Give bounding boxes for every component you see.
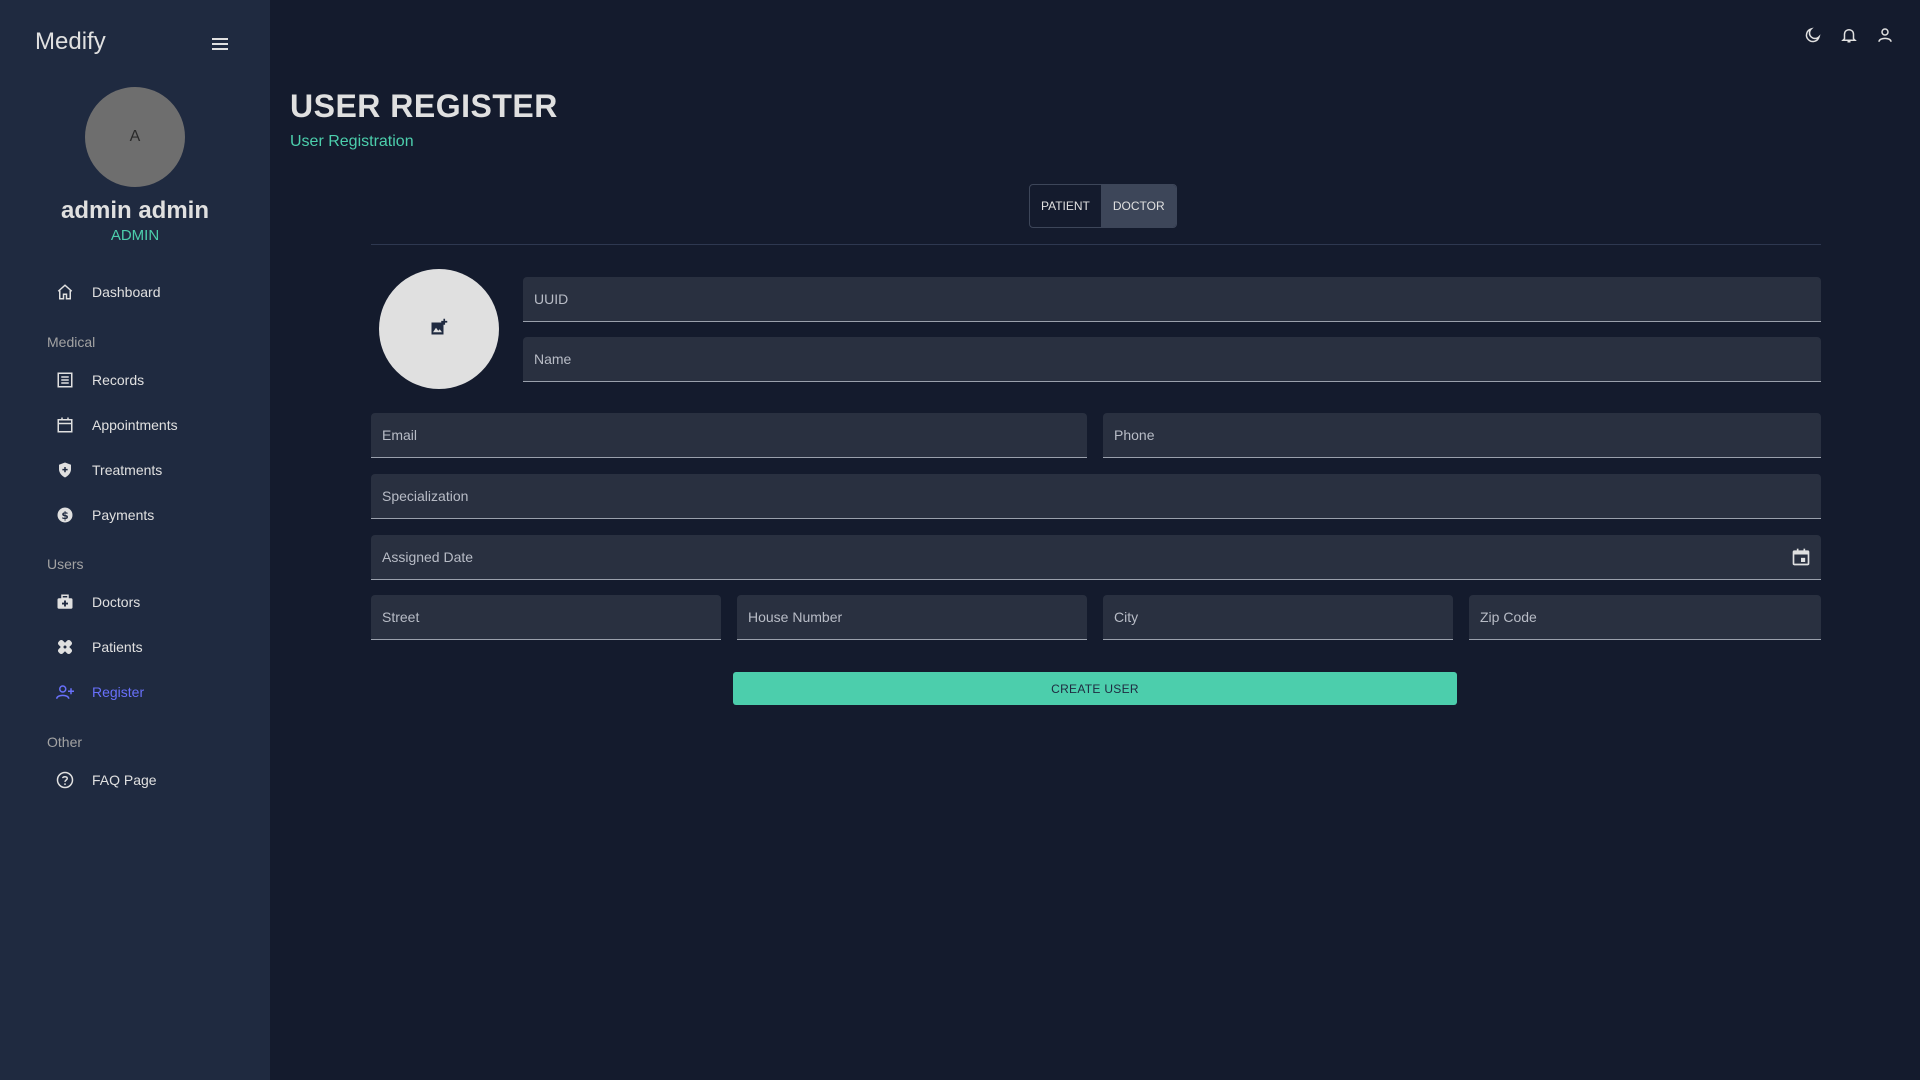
sidebar-item-label: Treatments xyxy=(92,462,163,478)
zip-code-placeholder: Zip Code xyxy=(1480,609,1537,625)
sidebar-item-label: FAQ Page xyxy=(92,772,157,788)
user-role: ADMIN xyxy=(110,227,160,244)
avatar: A xyxy=(85,87,185,187)
sidebar: Medify A admin admin ADMIN Dashboard Med… xyxy=(0,0,270,1080)
toggle-patient[interactable]: PATIENT xyxy=(1030,185,1101,227)
notifications-icon[interactable] xyxy=(1838,24,1860,46)
house-number-field[interactable]: House Number xyxy=(737,595,1087,640)
street-field[interactable]: Street xyxy=(371,595,721,640)
assigned-date-placeholder: Assigned Date xyxy=(382,549,474,565)
calendar-picker-icon[interactable] xyxy=(1791,547,1811,567)
sidebar-item-appointments[interactable]: Appointments xyxy=(55,410,255,440)
role-toggle: PATIENT DOCTOR xyxy=(1029,184,1177,228)
name-field[interactable]: Name xyxy=(523,337,1821,382)
dollar-icon: $ xyxy=(55,505,75,525)
shield-icon xyxy=(55,460,75,480)
medical-bag-icon xyxy=(55,592,75,612)
create-user-button[interactable]: CREATE USER xyxy=(733,672,1457,705)
add-photo-icon xyxy=(430,318,448,341)
page-subtitle: User Registration xyxy=(290,133,414,150)
brand-logo: Medify xyxy=(35,28,106,55)
email-field[interactable]: Email xyxy=(371,413,1087,458)
phone-field[interactable]: Phone xyxy=(1103,413,1821,458)
sidebar-item-doctors[interactable]: Doctors xyxy=(55,587,255,617)
sidebar-item-label: Appointments xyxy=(92,417,178,433)
toggle-doctor[interactable]: DOCTOR xyxy=(1100,185,1176,227)
sidebar-item-patients[interactable]: Patients xyxy=(55,632,255,662)
uuid-field[interactable]: UUID xyxy=(523,277,1821,322)
sidebar-item-label: Doctors xyxy=(92,594,141,610)
sidebar-item-payments[interactable]: $ Payments xyxy=(55,500,255,530)
specialization-placeholder: Specialization xyxy=(382,488,469,504)
section-label-other: Other xyxy=(47,734,83,750)
assigned-date-field[interactable]: Assigned Date xyxy=(371,535,1821,580)
phone-placeholder: Phone xyxy=(1114,427,1155,443)
uuid-placeholder: UUID xyxy=(534,291,569,307)
photo-upload[interactable] xyxy=(379,269,499,389)
sidebar-item-treatments[interactable]: Treatments xyxy=(55,455,255,485)
sidebar-item-dashboard[interactable]: Dashboard xyxy=(55,277,255,307)
sidebar-item-register[interactable]: Register xyxy=(55,677,255,707)
bandage-icon xyxy=(55,637,75,657)
svg-text:$: $ xyxy=(61,510,68,522)
person-add-icon xyxy=(55,682,75,702)
home-icon xyxy=(55,282,75,302)
calendar-icon xyxy=(55,415,75,435)
sidebar-item-label: Patients xyxy=(92,639,143,655)
house-number-placeholder: House Number xyxy=(748,609,843,625)
city-field[interactable]: City xyxy=(1103,595,1453,640)
avatar-initial: A xyxy=(129,128,141,145)
profile-icon[interactable] xyxy=(1874,24,1896,46)
list-icon xyxy=(55,370,75,390)
section-label-medical: Medical xyxy=(47,334,96,350)
dark-mode-icon[interactable] xyxy=(1802,24,1824,46)
divider xyxy=(371,244,1821,245)
specialization-field[interactable]: Specialization xyxy=(371,474,1821,519)
street-placeholder: Street xyxy=(382,609,420,625)
brand-row: Medify xyxy=(35,28,230,58)
email-placeholder: Email xyxy=(382,427,418,443)
user-name: admin admin xyxy=(60,197,210,224)
page-title: USER REGISTER xyxy=(290,88,558,124)
city-placeholder: City xyxy=(1114,609,1139,625)
sidebar-item-label: Register xyxy=(92,684,145,700)
sidebar-item-label: Dashboard xyxy=(92,284,161,300)
sidebar-item-label: Payments xyxy=(92,507,155,523)
name-placeholder: Name xyxy=(534,351,572,367)
zip-code-field[interactable]: Zip Code xyxy=(1469,595,1821,640)
menu-icon[interactable] xyxy=(210,34,230,54)
sidebar-item-faq[interactable]: FAQ Page xyxy=(55,765,255,795)
help-icon xyxy=(55,770,75,790)
section-label-users: Users xyxy=(47,556,84,572)
sidebar-item-records[interactable]: Records xyxy=(55,365,255,395)
sidebar-item-label: Records xyxy=(92,372,145,388)
